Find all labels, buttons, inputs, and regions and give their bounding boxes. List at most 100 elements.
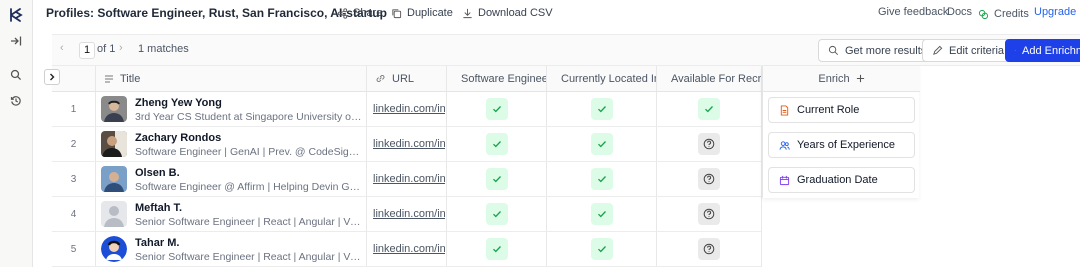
avatar (101, 131, 127, 157)
avatar (101, 236, 127, 262)
profile-url-link[interactable]: linkedin.com/in/m (373, 208, 445, 220)
table-row[interactable]: 2 Zachary Rondos Software Engineer | Gen… (52, 127, 762, 162)
profile-headline: Senior Software Engineer | React | Angul… (135, 216, 363, 228)
enrich-header-label: Enrich (818, 72, 850, 85)
left-rail (0, 0, 33, 267)
criteria-cell (547, 92, 657, 126)
add-enrichment-button[interactable]: Add Enrichm (1005, 39, 1080, 62)
profile-url-link[interactable]: linkedin.com/in/ol (373, 173, 445, 185)
profile-url-link[interactable]: linkedin.com/in/yo (373, 103, 445, 115)
check-icon[interactable] (485, 168, 508, 190)
credits-button[interactable]: Credits (978, 6, 1029, 22)
column-header-software-engineer[interactable]: Software Engineer W (447, 66, 547, 91)
column-header-available[interactable]: Available For Recru (657, 66, 762, 91)
check-icon[interactable] (590, 133, 613, 155)
enrich-current-role-button[interactable]: Current Role (768, 97, 915, 123)
criteria-cell (657, 92, 762, 126)
text-column-icon (105, 75, 113, 82)
prev-page-icon[interactable]: ‹ (60, 42, 64, 54)
check-icon[interactable] (590, 203, 613, 225)
next-page-icon[interactable]: › (119, 42, 123, 54)
edit-criteria-button[interactable]: Edit criteria (922, 39, 1015, 62)
plus-icon (856, 74, 864, 83)
profile-cell[interactable]: Tahar M. Senior Software Engineer | Reac… (96, 232, 367, 266)
chevron-right-icon (50, 73, 55, 81)
profile-cell[interactable]: Meftah T. Senior Software Engineer | Rea… (96, 197, 367, 231)
profile-name: Olsen B. (135, 167, 180, 179)
column-header-currently-located[interactable]: Currently Located In (547, 66, 657, 91)
row-number: 3 (52, 162, 96, 196)
expand-row-button[interactable] (44, 69, 60, 85)
docs-link[interactable]: Docs (947, 6, 972, 18)
criteria-cell (447, 127, 547, 161)
url-cell: linkedin.com/in/ta (367, 232, 447, 266)
criteria-cell (657, 127, 762, 161)
url-cell: linkedin.com/in/za (367, 127, 447, 161)
enrich-graduation-date-button[interactable]: Graduation Date (768, 167, 915, 193)
users-icon (779, 140, 790, 150)
profile-url-link[interactable]: linkedin.com/in/za (373, 138, 445, 150)
column-header-software-engineer-label: Software Engineer W (461, 72, 546, 85)
check-icon[interactable] (485, 133, 508, 155)
table-row[interactable]: 3 Olsen B. Software Engineer @ Affirm | … (52, 162, 762, 197)
download-csv-label: Download CSV (478, 7, 553, 19)
profile-cell[interactable]: Zachary Rondos Software Engineer | GenAI… (96, 127, 367, 161)
criteria-cell (547, 127, 657, 161)
check-icon[interactable] (590, 238, 613, 260)
criteria-cell (447, 162, 547, 196)
share-icon (337, 7, 348, 19)
matches-count: 1 matches (138, 43, 189, 55)
column-header-url[interactable]: URL (367, 66, 447, 91)
column-header-title-label: Title (120, 72, 141, 85)
check-icon[interactable] (590, 98, 613, 120)
get-more-results-button[interactable]: Get more results (818, 39, 937, 62)
check-icon[interactable] (485, 98, 508, 120)
pencil-icon (933, 45, 943, 55)
document-icon (780, 104, 789, 116)
table-row[interactable]: 4 Meftah T. Senior Software Engineer | R… (52, 197, 762, 232)
duplicate-button[interactable]: Duplicate (391, 5, 453, 21)
expand-sidebar-icon[interactable] (6, 31, 26, 51)
avatar (101, 166, 127, 192)
page-number-input[interactable]: 1 (79, 42, 95, 59)
enrich-panel: Enrich Current Role Years of Experience … (762, 66, 920, 198)
search-icon (828, 45, 839, 56)
link-icon (376, 75, 385, 82)
row-number: 2 (52, 127, 96, 161)
avatar (101, 201, 127, 227)
enrich-header[interactable]: Enrich (763, 66, 920, 92)
profile-name: Zachary Rondos (135, 132, 222, 144)
table-row[interactable]: 1 Zheng Yew Yong 3rd Year CS Student at … (52, 92, 762, 127)
calendar-icon (779, 175, 790, 185)
url-cell: linkedin.com/in/m (367, 197, 447, 231)
check-icon[interactable] (698, 98, 720, 120)
profile-url-link[interactable]: linkedin.com/in/ta (373, 243, 445, 255)
search-icon[interactable] (6, 65, 26, 85)
app-logo-icon[interactable] (6, 5, 26, 25)
credits-icon (978, 9, 989, 19)
history-icon[interactable] (6, 91, 26, 111)
question-icon[interactable] (698, 203, 720, 225)
enrich-years-experience-label: Years of Experience (797, 139, 896, 151)
enrich-years-experience-button[interactable]: Years of Experience (768, 132, 915, 158)
check-icon[interactable] (485, 238, 508, 260)
profile-cell[interactable]: Zheng Yew Yong 3rd Year CS Student at Si… (96, 92, 367, 126)
table-row[interactable]: 5 Tahar M. Senior Software Engineer | Re… (52, 232, 762, 267)
question-icon[interactable] (698, 238, 720, 260)
download-csv-button[interactable]: Download CSV (462, 5, 553, 21)
column-header-title[interactable]: Title (96, 66, 367, 91)
question-icon[interactable] (698, 168, 720, 190)
question-icon[interactable] (698, 133, 720, 155)
results-toolbar: ‹ 1 of 1 › 1 matches Get more results Ed… (52, 34, 1080, 66)
criteria-cell (547, 162, 657, 196)
top-header: Profiles: Software Engineer, Rust, San F… (33, 0, 1080, 27)
table-header-row: Title URL Software Engineer W Currently … (52, 66, 762, 92)
row-number: 5 (52, 232, 96, 266)
criteria-cell (447, 232, 547, 266)
give-feedback-link[interactable]: Give feedback (878, 6, 948, 18)
upgrade-link[interactable]: Upgrade (1034, 6, 1076, 18)
profile-cell[interactable]: Olsen B. Software Engineer @ Affirm | He… (96, 162, 367, 196)
check-icon[interactable] (590, 168, 613, 190)
share-button[interactable]: Share (337, 5, 382, 21)
check-icon[interactable] (485, 203, 508, 225)
